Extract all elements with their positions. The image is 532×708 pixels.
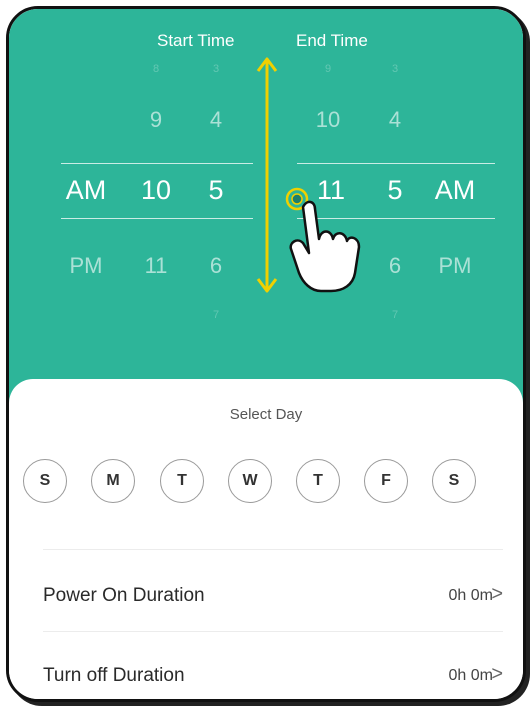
end-ampm-below[interactable]: PM	[439, 253, 472, 279]
select-day-title: Select Day	[229, 406, 303, 423]
day-selector: S M T W T F S	[9, 459, 523, 505]
start-time-label: Start Time	[157, 31, 235, 50]
end-hour-tiny[interactable]: 9	[325, 63, 331, 75]
end-hour-above[interactable]: 10	[316, 107, 340, 133]
end-minute-above[interactable]: 4	[389, 107, 401, 133]
day-sunday-button[interactable]: S	[23, 459, 67, 503]
day-thursday-button[interactable]: T	[296, 459, 340, 503]
power-on-duration-value[interactable]: 0h 0m	[449, 587, 493, 605]
start-ampm-selected[interactable]: AM	[66, 175, 107, 206]
start-hour-above[interactable]: 9	[150, 107, 162, 133]
chevron-right-icon[interactable]: >	[491, 663, 503, 686]
start-minute-tiny[interactable]: 3	[213, 63, 219, 75]
day-wednesday-button[interactable]: W	[228, 459, 272, 503]
start-minute-tiny-bottom[interactable]: 7	[213, 309, 219, 321]
day-saturday-button[interactable]: S	[432, 459, 476, 503]
divider	[43, 631, 503, 632]
end-ampm-selected[interactable]: AM	[435, 175, 476, 206]
end-select-line-top	[297, 163, 495, 164]
divider	[43, 549, 503, 550]
end-minute-tiny[interactable]: 3	[392, 63, 398, 75]
vertical-double-arrow-icon	[256, 57, 278, 293]
tap-hand-icon	[285, 187, 361, 293]
day-tuesday-button[interactable]: T	[160, 459, 204, 503]
end-minute-tiny-bottom[interactable]: 7	[392, 309, 398, 321]
start-ampm-below[interactable]: PM	[70, 253, 103, 279]
start-minute-selected[interactable]: 5	[208, 175, 223, 206]
start-hour-below[interactable]: 11	[145, 253, 168, 279]
chevron-right-icon[interactable]: >	[491, 583, 503, 606]
day-monday-button[interactable]: M	[91, 459, 135, 503]
screenshot-frame: Start Time End Time 8 3 9 4 AM 10 5 PM 1…	[0, 0, 532, 708]
start-select-line-top	[61, 163, 253, 164]
start-minute-above[interactable]: 4	[210, 107, 222, 133]
end-time-label: End Time	[296, 31, 368, 50]
settings-sheet: Select Day S M T W T F S Power On Durati…	[9, 379, 523, 699]
end-minute-below[interactable]: 6	[389, 253, 401, 279]
start-hour-tiny[interactable]: 8	[153, 63, 159, 75]
power-on-duration-label[interactable]: Power On Duration	[43, 585, 205, 607]
turn-off-duration-value[interactable]: 0h 0m	[449, 667, 493, 685]
end-minute-selected[interactable]: 5	[387, 175, 402, 206]
start-select-line-bottom	[61, 218, 253, 219]
turn-off-duration-label[interactable]: Turn off Duration	[43, 665, 185, 687]
start-hour-selected[interactable]: 10	[141, 175, 171, 206]
day-friday-button[interactable]: F	[364, 459, 408, 503]
phone-screen: Start Time End Time 8 3 9 4 AM 10 5 PM 1…	[6, 6, 526, 702]
start-minute-below[interactable]: 6	[210, 253, 222, 279]
